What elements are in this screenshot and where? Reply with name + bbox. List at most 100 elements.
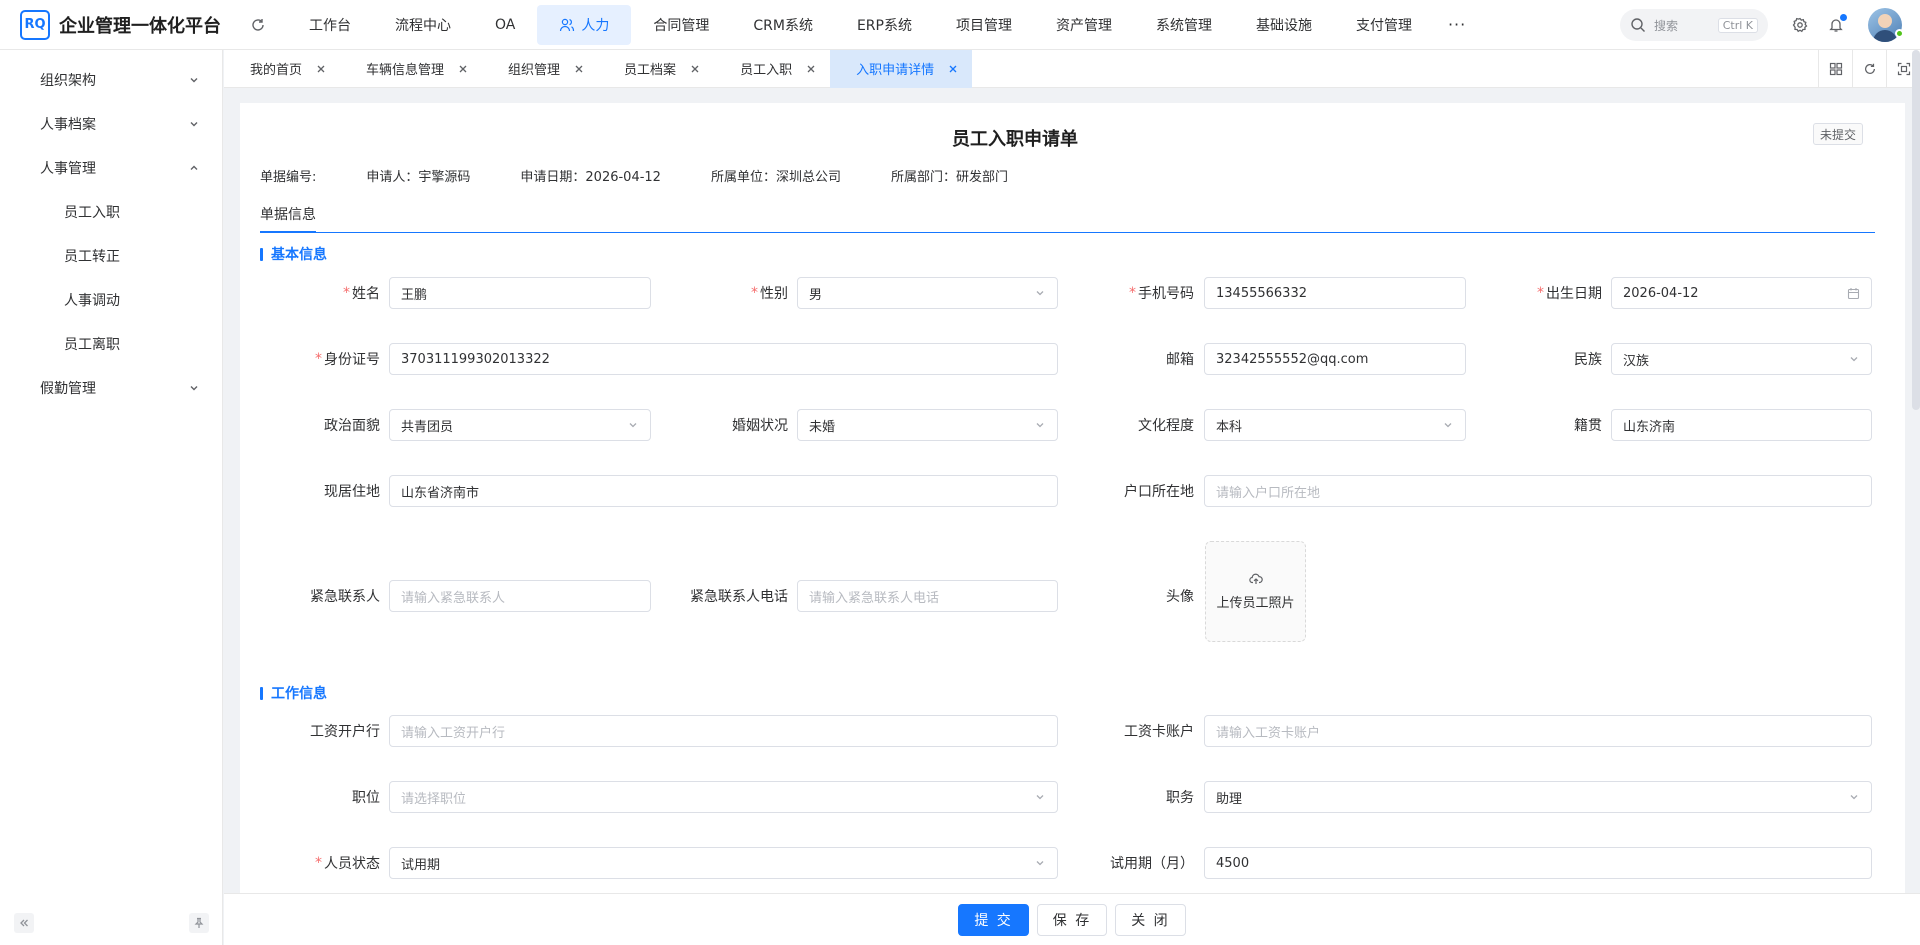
birth-date-picker[interactable]: 2026-04-12 [1611,277,1872,309]
gear-icon[interactable] [1790,15,1810,35]
sidebar-item-archive[interactable]: 人事档案 [0,102,222,146]
nav-item-contract[interactable]: 合同管理 [631,5,731,45]
nav-label: 项目管理 [955,17,1012,34]
label-text: 试用期（月） [1110,856,1194,872]
phone-input[interactable]: 13455566332 [1204,277,1466,309]
nav-item-erp[interactable]: ERP系统 [835,5,934,45]
bank-input[interactable]: 请输入工资开户行 [389,715,1058,747]
tab-org[interactable]: 组织管理 [482,50,598,88]
online-status-dot [1895,29,1904,38]
account-input[interactable]: 请输入工资卡账户 [1204,715,1872,747]
label-text: 民族 [1574,352,1602,368]
close-icon[interactable] [690,64,700,74]
label-native: 籍贯 [1500,409,1602,441]
emergency-phone-input[interactable]: 请输入紧急联系人电话 [797,580,1058,612]
sidebar-subitem-resignation[interactable]: 员工离职 [0,322,222,366]
tab-doc-info[interactable]: 单据信息 [260,197,316,233]
sidebar-subitem-onboarding[interactable]: 员工入职 [0,190,222,234]
calendar-icon [1847,287,1860,300]
sidebar-subitem-regularization[interactable]: 员工转正 [0,234,222,278]
emergency-contact-input[interactable]: 请输入紧急联系人 [389,580,651,612]
nav-item-system[interactable]: 系统管理 [1134,5,1234,45]
tab-home[interactable]: 我的首页 [224,50,340,88]
close-icon[interactable] [316,64,326,74]
hukou-input[interactable]: 请输入户口所在地 [1204,475,1872,507]
close-icon[interactable] [574,64,584,74]
position-select[interactable]: 请选择职位 [389,781,1058,813]
tab-onboarding[interactable]: 员工入职 [714,50,830,88]
nav-item-payment[interactable]: 支付管理 [1334,5,1434,45]
nav-item-hr[interactable]: 人力 [537,4,632,45]
tab-onboarding-detail[interactable]: 入职申请详情 [830,49,973,88]
tabs-bar: 我的首页 车辆信息管理 组织管理 员工档案 员工入职 入职申请详情 [224,49,1920,88]
sidebar-item-org[interactable]: 组织架构 [0,58,222,102]
id-card-input[interactable]: 370311199302013322 [389,343,1058,375]
chevron-down-icon [1442,419,1454,431]
required-mark: * [315,855,322,871]
label-text: 工资开户行 [310,724,380,740]
grid-icon[interactable] [1818,50,1852,88]
chevron-down-icon [1034,791,1046,803]
refresh-tab-icon[interactable] [1852,50,1886,88]
nav-more-button[interactable]: ··· [1434,5,1480,45]
ethnic-select[interactable]: 汉族 [1611,343,1872,375]
sidebar-subitem-transfer[interactable]: 人事调动 [0,278,222,322]
chevron-down-icon [1848,353,1860,365]
nav-label: CRM系统 [753,17,813,34]
global-search[interactable]: 搜索 Ctrl K [1620,9,1768,41]
meta-applicant: 申请人：宇擎源码 [366,170,471,185]
sidebar-item-attendance[interactable]: 假勤管理 [0,366,222,410]
tab-archive[interactable]: 员工档案 [598,50,714,88]
probation-input[interactable]: 4500 [1204,847,1872,879]
scrollbar[interactable] [1912,50,1920,410]
label-email: 邮箱 [1090,343,1194,375]
input-placeholder: 请选择职位 [401,791,467,807]
label-marital: 婚姻状况 [690,409,788,441]
native-input[interactable]: 山东济南 [1611,409,1872,441]
email-input[interactable]: 32342555552@qq.com [1204,343,1466,375]
save-button[interactable]: 保 存 [1036,903,1108,936]
chevron-down-icon [188,118,200,130]
nav-item-workbench[interactable]: 工作台 [287,5,373,45]
submit-button[interactable]: 提 交 [958,903,1029,936]
label-text: 政治面貌 [324,418,380,434]
app-logo[interactable]: RQ 企业管理一体化平台 [20,9,225,40]
job-select[interactable]: 助理 [1204,781,1872,813]
label-emergency-contact: 紧急联系人 [290,580,380,612]
political-select[interactable]: 共青团员 [389,409,651,441]
sidebar-item-hr-management[interactable]: 人事管理 [0,146,222,190]
tab-vehicle[interactable]: 车辆信息管理 [340,50,482,88]
search-icon [1630,17,1646,33]
nav-item-oa[interactable]: OA [473,5,537,45]
staff-status-select[interactable]: 试用期 [389,847,1058,879]
name-input[interactable]: 王鹏 [389,277,651,309]
label-staff-status: * 人员状态 [290,847,380,879]
avatar-upload[interactable]: 上传员工照片 [1205,541,1306,642]
pin-icon[interactable] [189,913,209,933]
marital-select[interactable]: 未婚 [797,409,1058,441]
input-placeholder: 请输入工资开户行 [401,725,506,741]
nav-label: 资产管理 [1055,17,1112,34]
nav-item-crm[interactable]: CRM系统 [731,5,835,45]
close-icon[interactable] [806,64,816,74]
gender-select[interactable]: 男 [797,277,1058,309]
close-icon[interactable] [948,64,958,74]
nav-item-infra[interactable]: 基础设施 [1234,5,1334,45]
chevron-down-icon [627,419,639,431]
label-text: 户口所在地 [1124,484,1194,500]
input-value: 共青团员 [401,419,454,435]
close-button[interactable]: 关 闭 [1115,903,1186,936]
refresh-icon[interactable] [249,16,267,34]
close-icon[interactable] [458,64,468,74]
address-input[interactable]: 山东省济南市 [389,475,1058,507]
sidebar-item-label: 组织架构 [40,73,96,89]
notification-dot [1840,14,1847,21]
education-select[interactable]: 本科 [1204,409,1466,441]
chevron-down-icon [1034,857,1046,869]
nav-item-asset[interactable]: 资产管理 [1034,5,1134,45]
nav-item-process[interactable]: 流程中心 [373,5,473,45]
collapse-sidebar-icon[interactable] [14,913,34,933]
bell-icon[interactable] [1826,14,1847,35]
label-emergency-phone: 紧急联系人电话 [660,580,788,612]
nav-item-project[interactable]: 项目管理 [934,5,1034,45]
